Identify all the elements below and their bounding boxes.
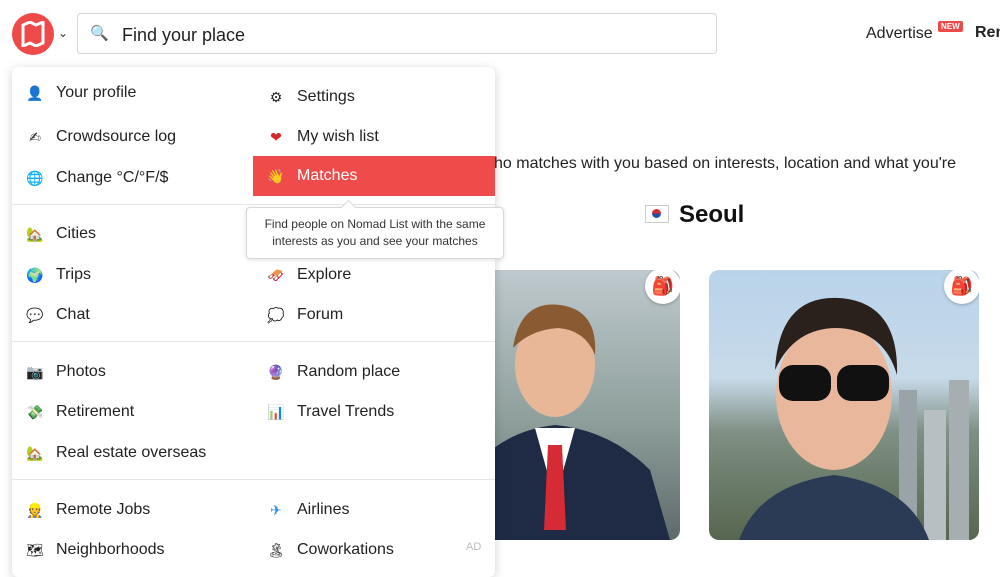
user-dropdown-menu: 👤 Your profile ✍ Crowdsource log 🌐 Change °… [12,67,495,577]
nomad-list-logo[interactable] [12,13,54,55]
avatar-icon: 👤 [26,84,44,101]
backpack-icon: 🎒 [645,270,680,304]
menu-item-settings[interactable]: ⚙ Settings [267,77,355,117]
bar-chart-icon: 📊 [267,403,285,420]
airplane-icon: ✈ [270,501,282,518]
menu-item-retirement[interactable]: 💸 Retirement [26,392,134,432]
ad-label: AD [466,541,482,553]
camera-icon: 📷 [26,363,44,380]
crystal-ball-icon: 🔮 [267,363,285,380]
house-icon: 🏡 [26,444,44,461]
map-icon: 🗺 [26,541,44,558]
money-icon: 💸 [26,403,44,420]
chevron-down-icon[interactable]: ⌄ [58,26,68,40]
search-box[interactable]: 🔍 [77,13,717,54]
backpack-icon: 🎒 [944,270,979,304]
menu-divider [12,479,495,480]
match-photo [480,304,670,540]
earth-icon: 🌍 [26,266,44,283]
menu-item-explore[interactable]: 🛷 Explore [267,255,351,295]
menu-item-matches[interactable]: 👋 Matches [253,156,495,196]
heart-icon: ❤ [270,128,282,145]
search-icon: 🔍 [90,25,109,42]
waving-hand-icon: 👋 [267,167,285,184]
speech-bubble-icon: 💬 [26,306,44,323]
menu-item-trips[interactable]: 🌍 Trips [26,255,91,295]
matches-intro-text: ho matches with you based on interests, … [494,155,956,172]
menu-item-airlines[interactable]: ✈ Airlines [267,490,349,530]
matches-tooltip: Find people on Nomad List with the same … [246,207,504,259]
menu-divider [12,204,495,205]
rent-link[interactable]: Rent [975,24,1000,42]
menu-item-travel-trends[interactable]: 📊 Travel Trends [267,392,394,432]
menu-divider [12,341,495,342]
menu-item-cities[interactable]: 🏡 Cities [26,214,96,254]
city-icon: 🏡 [26,225,44,242]
new-badge: NEW [938,21,963,32]
menu-item-coworkations[interactable]: 🏝 Coworkations [267,530,394,570]
island-icon: 🏝 [267,541,285,558]
city-heading: Seoul [645,201,744,229]
match-card[interactable]: 🎒 [480,270,680,540]
menu-item-crowdsource-log[interactable]: ✍ Crowdsource log [26,117,176,157]
globe-icon: 🌐 [26,169,44,186]
menu-item-neighborhoods[interactable]: 🗺 Neighborhoods [26,530,164,570]
match-card[interactable]: 🎒 [709,270,979,540]
advertise-link[interactable]: Advertise [866,25,933,43]
menu-item-your-profile[interactable]: 👤 Your profile [26,73,136,113]
menu-item-chat[interactable]: 💬 Chat [26,295,90,335]
menu-item-forum[interactable]: 💭 Forum [267,295,343,335]
menu-item-wish-list[interactable]: ❤ My wish list [267,117,379,157]
gear-icon: ⚙ [269,88,283,105]
menu-item-change-units[interactable]: 🌐 Change °C/°F/$ [26,158,168,198]
menu-item-real-estate-overseas[interactable]: 🏡 Real estate overseas [26,433,206,473]
logo-icon [21,21,45,47]
writing-hand-icon: ✍ [29,128,41,145]
menu-item-random-place[interactable]: 🔮 Random place [267,352,400,392]
worker-icon: 👷 [26,501,44,518]
korea-flag-icon [645,205,669,223]
match-photo [739,297,969,540]
menu-item-photos[interactable]: 📷 Photos [26,352,106,392]
menu-item-remote-jobs[interactable]: 👷 Remote Jobs [26,490,150,530]
search-input[interactable] [120,21,704,49]
thought-bubble-icon: 💭 [267,306,285,323]
city-name: Seoul [679,201,745,228]
sled-icon: 🛷 [267,266,285,283]
